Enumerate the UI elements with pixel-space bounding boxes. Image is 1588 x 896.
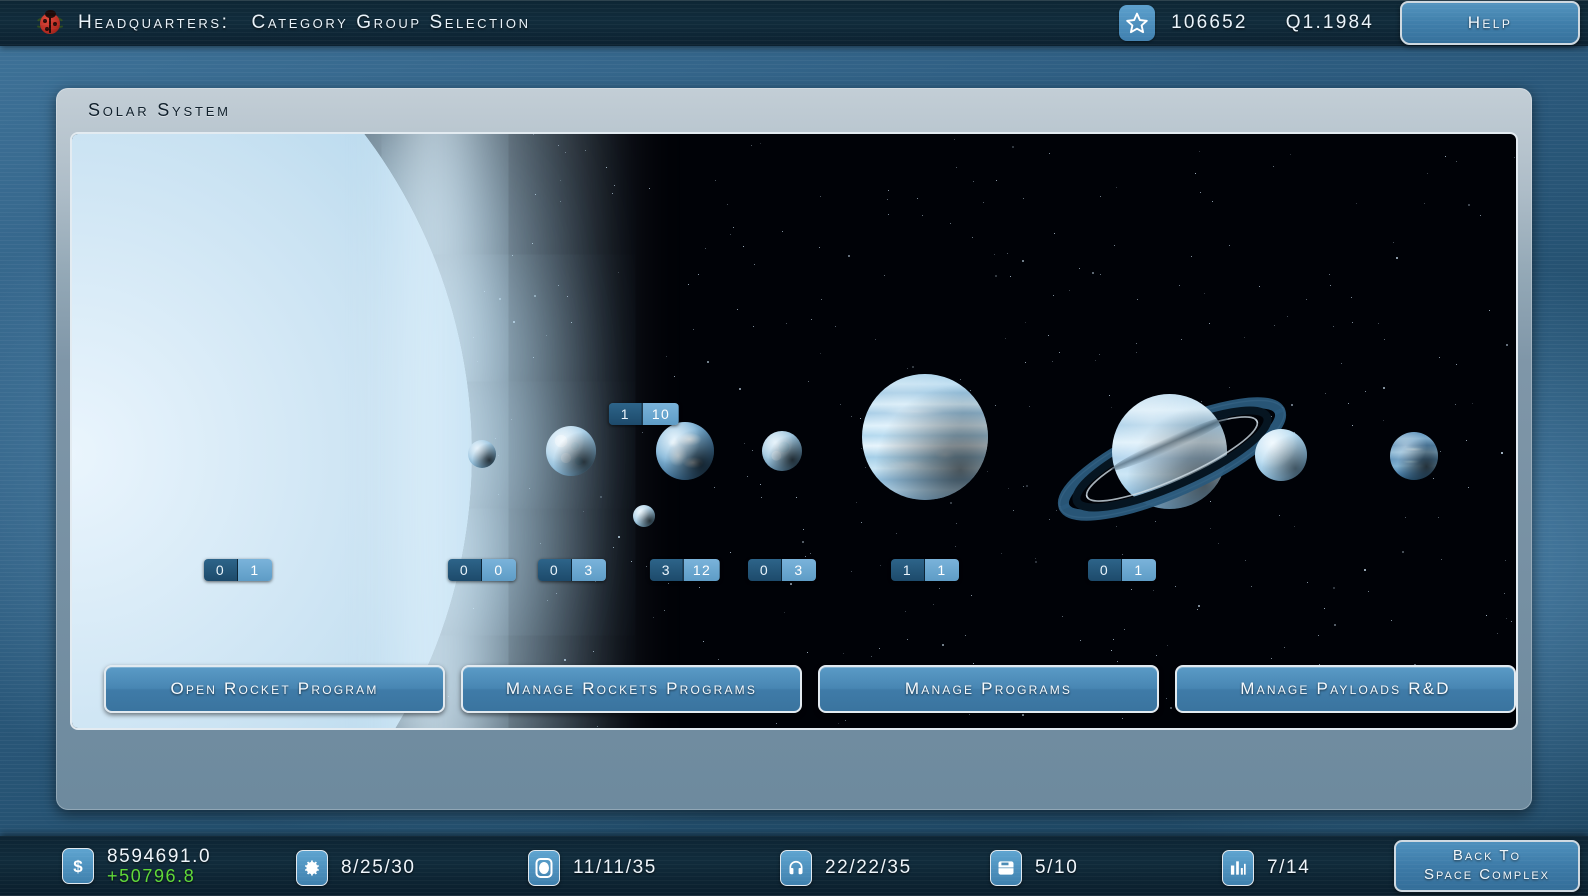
badge-mars-right: 3: [782, 559, 816, 581]
badge-earth-left: 3: [649, 559, 684, 581]
money-gain: +50796.8: [107, 865, 196, 886]
top-bar-right: 106652 Q1.1984 Help: [1119, 0, 1588, 46]
body-neptune[interactable]: [1390, 432, 1438, 480]
back-to-space-complex-button[interactable]: Back To Space Complex: [1394, 840, 1580, 892]
astronaut-icon: [780, 850, 812, 886]
panel-title: Solar System: [88, 99, 231, 120]
capsule-icon: [528, 850, 560, 886]
body-venus[interactable]: [546, 426, 596, 476]
top-bar: Headquarters: Category Group Selection 10…: [0, 0, 1588, 46]
badge-moon-left: 1: [608, 403, 643, 425]
money-icon: $: [62, 847, 94, 884]
help-button[interactable]: Help: [1400, 1, 1580, 45]
badge-sun-left: 0: [204, 559, 238, 581]
ladybug-icon: [36, 10, 64, 36]
badge-earth[interactable]: 3 12: [649, 559, 721, 581]
status-rockets[interactable]: 8/25/30: [296, 850, 416, 886]
prestige-score: 106652: [1171, 12, 1248, 33]
page-title: Headquarters: Category Group Selection: [78, 12, 531, 34]
gear-icon: [296, 850, 328, 886]
badge-sun-right: 1: [238, 559, 272, 581]
status-contracts[interactable]: 5/10: [990, 850, 1078, 886]
manage-rockets-programs-button[interactable]: Manage Rockets Programs: [461, 665, 802, 713]
manage-programs-button[interactable]: Manage Programs: [818, 665, 1159, 713]
open-rocket-program-button[interactable]: Open Rocket Program: [104, 665, 445, 713]
badge-jupiter-right: 1: [925, 559, 959, 581]
game-date: Q1.1984: [1285, 12, 1374, 33]
facilities-value: 7/14: [1267, 857, 1311, 879]
badge-saturn-right: 1: [1122, 559, 1156, 581]
astronauts-value: 22/22/35: [825, 857, 912, 879]
svg-text:$: $: [73, 857, 83, 876]
badge-jupiter-left: 1: [891, 559, 925, 581]
status-money-text: 8594691.0 +50796.8: [107, 845, 212, 886]
body-mars[interactable]: [762, 431, 802, 471]
badge-jupiter[interactable]: 1 1: [891, 559, 959, 581]
game-screen: Headquarters: Category Group Selection 10…: [0, 0, 1588, 896]
badge-sun[interactable]: 0 1: [204, 559, 272, 581]
badge-mercury-left: 0: [448, 559, 482, 581]
body-jupiter[interactable]: [862, 374, 988, 500]
rockets-value: 8/25/30: [341, 857, 416, 879]
badge-saturn-left: 0: [1088, 559, 1122, 581]
badge-venus-left: 0: [538, 559, 572, 581]
back-button-line2: Space Complex: [1424, 866, 1550, 883]
badge-moon[interactable]: 1 10: [608, 403, 680, 425]
body-mercury[interactable]: [468, 440, 496, 468]
back-button-line1: Back To: [1452, 847, 1522, 865]
badge-venus[interactable]: 0 3: [538, 559, 606, 581]
status-capsules[interactable]: 11/11/35: [528, 850, 657, 886]
body-earth[interactable]: [656, 422, 714, 480]
page-title-lead: Headquarters:: [78, 12, 230, 33]
badge-mercury[interactable]: 0 0: [448, 559, 516, 581]
badge-mars[interactable]: 0 3: [748, 559, 816, 581]
status-money[interactable]: $ 8594691.0 +50796.8: [62, 845, 212, 886]
star-icon: [1119, 5, 1156, 41]
status-bar: $ 8594691.0 +50796.8 8/25/30 11/11/35 22…: [0, 836, 1588, 896]
space-view: 0 1 0 0 0 3 1 10 3 12 0 3 1 1 0 1 Open R…: [70, 132, 1518, 730]
badge-mars-left: 0: [748, 559, 782, 581]
money-value: 8594691.0: [107, 845, 212, 867]
page-title-text: Category Group Selection: [251, 12, 531, 33]
top-bar-left: Headquarters: Category Group Selection: [36, 0, 531, 46]
badge-saturn[interactable]: 0 1: [1088, 559, 1156, 581]
badge-moon-right: 10: [642, 403, 680, 425]
badge-earth-right: 12: [683, 559, 721, 581]
status-astronauts[interactable]: 22/22/35: [780, 850, 912, 886]
body-uranus[interactable]: [1255, 429, 1307, 481]
folder-icon: [990, 850, 1022, 886]
manage-payloads-rd-button[interactable]: Manage Payloads R&D: [1175, 665, 1516, 713]
status-facilities[interactable]: 7/14: [1222, 850, 1310, 886]
solar-system-panel: Solar System 0 1 0 0 0 3 1 10 3 12 0 3 1…: [56, 88, 1532, 810]
badge-mercury-right: 0: [482, 559, 516, 581]
chart-icon: [1222, 850, 1254, 886]
action-button-row: Open Rocket Program Manage Rockets Progr…: [86, 660, 1516, 718]
badge-venus-right: 3: [572, 559, 606, 581]
body-sun[interactable]: [72, 134, 472, 728]
body-moon[interactable]: [633, 505, 655, 527]
capsules-value: 11/11/35: [573, 857, 657, 879]
contracts-value: 5/10: [1035, 857, 1079, 879]
